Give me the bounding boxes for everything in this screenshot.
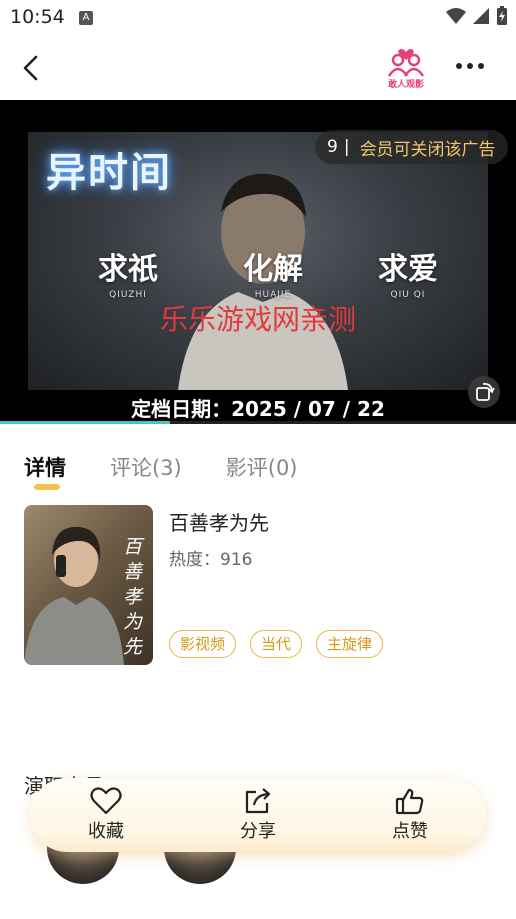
more-dots-icon	[456, 63, 484, 69]
like-label: 点赞	[392, 821, 428, 842]
more-button[interactable]	[452, 52, 488, 80]
video-title-art: 异时间	[46, 149, 172, 196]
video-progress-fill	[0, 421, 171, 424]
battery-charging-icon	[497, 6, 507, 25]
share-icon	[245, 788, 271, 814]
movie-title: 百善孝为先	[169, 511, 269, 535]
video-progress-bar[interactable]	[0, 421, 516, 424]
share-label: 分享	[240, 821, 276, 842]
tab-details[interactable]: 详情	[24, 452, 66, 492]
top-bar: 敢人观影	[0, 36, 516, 100]
tag-list: 影视频 当代 主旋律	[169, 630, 384, 658]
watermark-text: 乐乐游戏网亲测	[159, 303, 356, 336]
signal-icon	[473, 8, 489, 24]
poster-title-text: 百善孝为先	[123, 536, 143, 658]
thumbs-up-icon	[395, 788, 424, 815]
movie-heat: 热度：916	[169, 550, 253, 570]
detail-tabs: 详情 评论(3) 影评(0)	[24, 452, 342, 492]
people-heart-icon	[387, 48, 425, 77]
status-bar: 10:54 A	[0, 0, 516, 36]
video-frame: 异时间 求祇 QIUZHI 化解 HUAJIE 求爱 QIU QI 乐乐游戏网亲测	[28, 132, 488, 390]
video-word-1: 求祇 QIUZHI	[98, 252, 158, 300]
tab-reviews[interactable]: 影评(0)	[226, 452, 298, 492]
video-word-3: 求爱 QIU QI	[378, 252, 438, 300]
ad-countdown: 9	[327, 137, 338, 157]
wifi-icon	[446, 8, 466, 24]
system-icons	[446, 6, 508, 26]
movie-card: 百善孝为先 百善孝为先 热度：916 影视频 当代 主旋律	[24, 505, 494, 667]
back-button[interactable]	[14, 50, 50, 86]
logo-text: 敢人观影	[387, 80, 424, 90]
rotate-screen-icon	[476, 382, 495, 401]
tag-chip[interactable]: 当代	[250, 630, 303, 658]
ad-separator: |	[343, 137, 350, 157]
favorite-label: 收藏	[88, 821, 124, 842]
fullscreen-button[interactable]	[468, 376, 500, 408]
tab-comments[interactable]: 评论(3)	[110, 452, 182, 492]
status-time: 10:54	[10, 6, 65, 28]
favorite-button[interactable]: 收藏	[66, 787, 146, 843]
app-logo: 敢人观影	[382, 42, 430, 90]
ad-vip-text: 会员可关闭该广告	[359, 139, 496, 160]
keyboard-a-icon: A	[79, 11, 93, 25]
tag-chip[interactable]: 主旋律	[316, 630, 384, 658]
tab-active-indicator	[34, 484, 60, 490]
tag-chip[interactable]: 影视频	[169, 630, 237, 658]
ad-close-pill[interactable]: 9 | 会员可关闭该广告	[315, 130, 508, 164]
action-bar: 收藏 分享 点赞	[30, 778, 486, 852]
release-date: 定档日期：2025 / 07 / 22	[131, 397, 385, 421]
like-button[interactable]: 点赞	[370, 787, 450, 843]
video-word-2: 化解 HUAJIE	[243, 252, 303, 300]
video-player[interactable]: 异时间 求祇 QIUZHI 化解 HUAJIE 求爱 QIU QI 乐乐游戏网亲测 9…	[0, 100, 516, 422]
movie-poster[interactable]: 百善孝为先	[24, 505, 153, 665]
share-button[interactable]: 分享	[218, 787, 298, 843]
heart-icon	[90, 787, 122, 815]
chevron-left-icon	[23, 55, 38, 81]
